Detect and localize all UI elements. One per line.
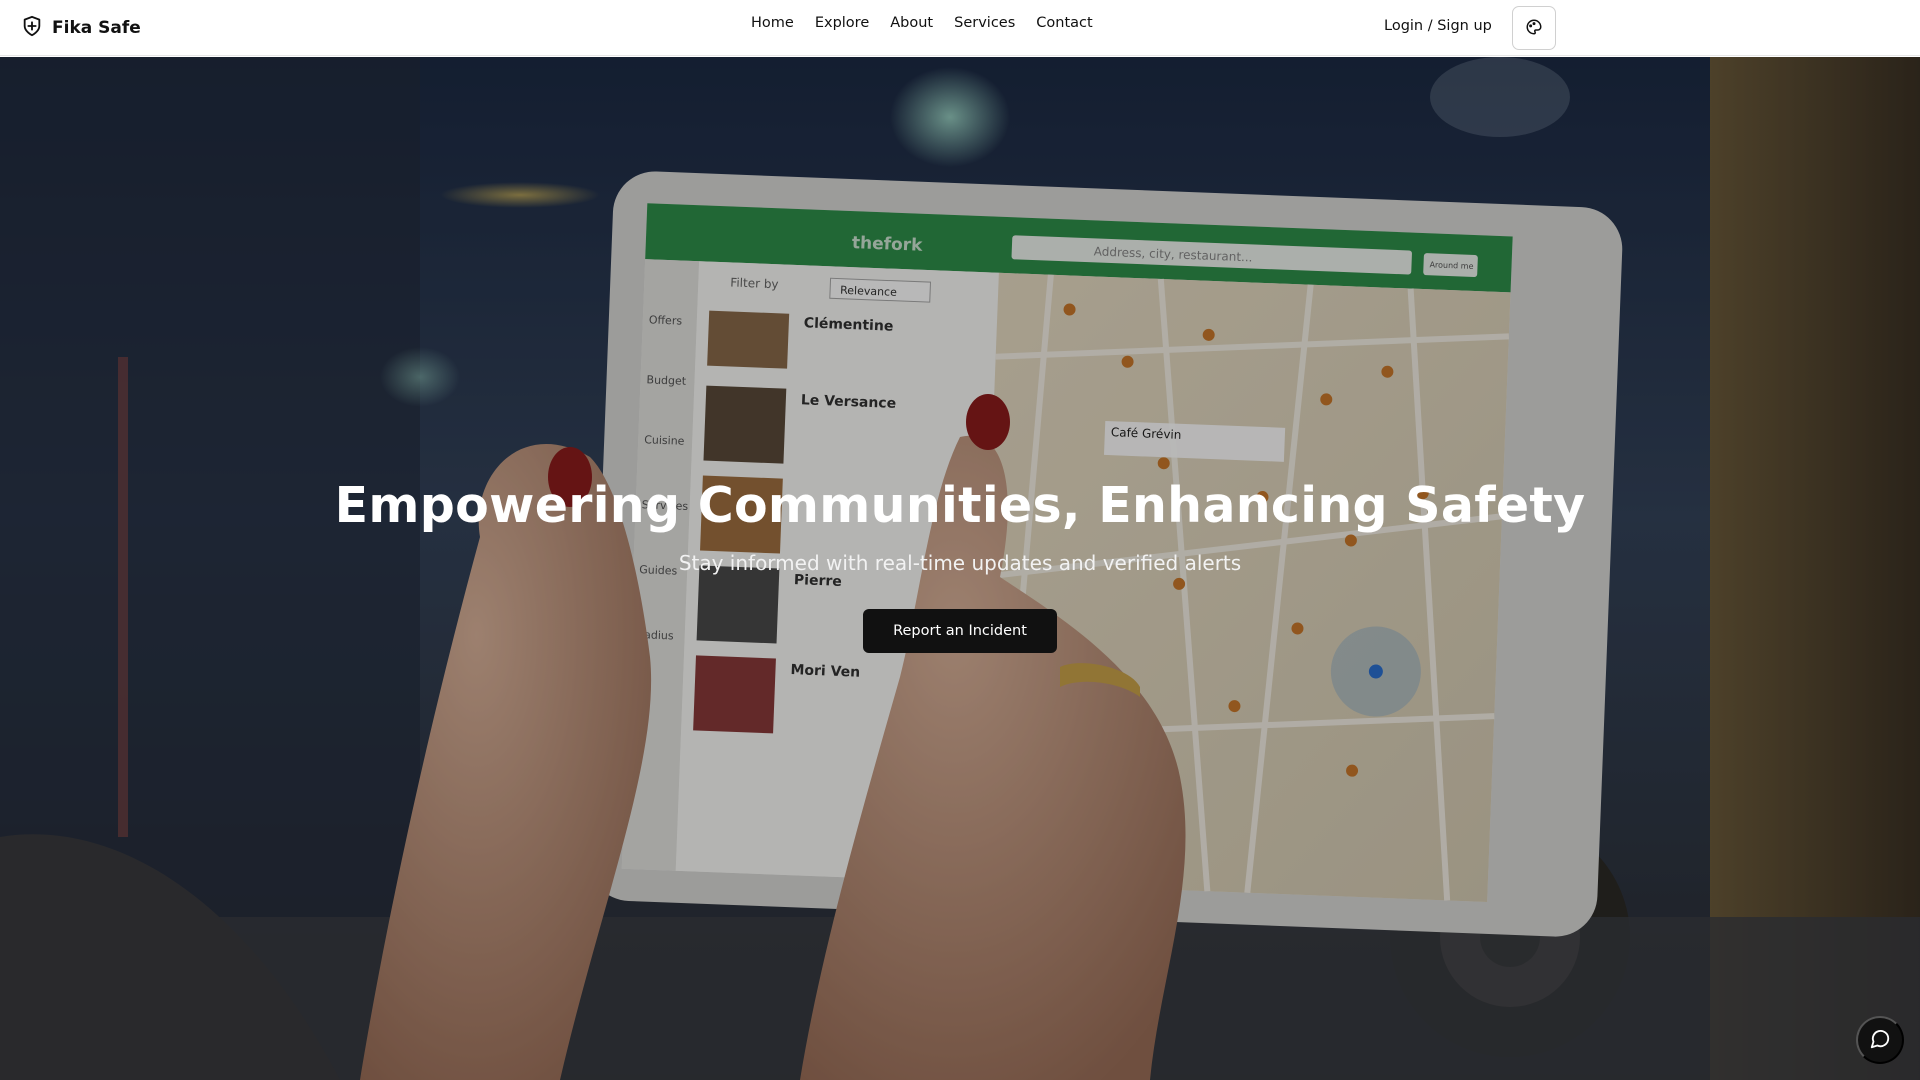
brand-logo-link[interactable]: Fika Safe (21, 14, 141, 42)
nav-link-services[interactable]: Services (954, 15, 1015, 31)
main-nav: Home Explore About Services Contact (751, 15, 1114, 31)
chat-button[interactable] (1856, 1016, 1904, 1064)
shield-plus-icon (21, 14, 43, 42)
hero-title: Empowering Communities, Enhancing Safety (334, 477, 1586, 534)
palette-icon (1525, 18, 1543, 39)
report-incident-button[interactable]: Report an Incident (863, 609, 1057, 653)
nav-link-contact[interactable]: Contact (1036, 15, 1092, 31)
nav-link-home[interactable]: Home (751, 15, 794, 31)
login-signup-link[interactable]: Login / Sign up (1384, 18, 1492, 34)
hero-section: Address, city, restaurant... thefork Aro… (0, 57, 1920, 1080)
hero-subtitle: Stay informed with real-time updates and… (678, 551, 1242, 575)
nav-link-explore[interactable]: Explore (815, 15, 869, 31)
top-navbar: Fika Safe Home Explore About Services Co… (0, 0, 1920, 56)
hero-content: Empowering Communities, Enhancing Safety… (0, 57, 1920, 1080)
nav-link-about[interactable]: About (890, 15, 933, 31)
chat-bubble-icon (1869, 1028, 1891, 1053)
brand-name: Fika Safe (52, 18, 141, 38)
theme-toggle-button[interactable] (1512, 6, 1556, 50)
